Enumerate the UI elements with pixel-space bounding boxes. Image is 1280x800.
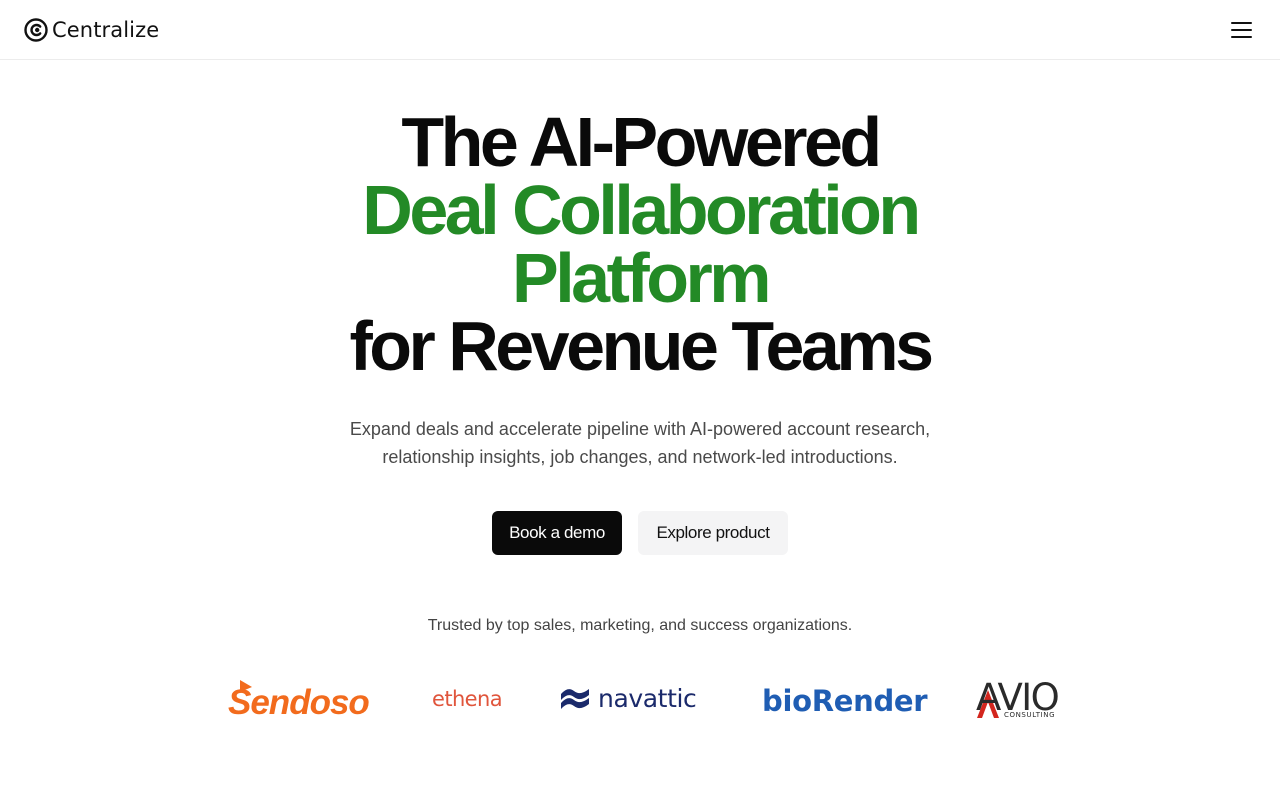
hero-title-line-4: for Revenue Teams [349,307,934,385]
hero-subtitle: Expand deals and accelerate pipeline wit… [349,419,931,467]
sendoso-logo-text: Sendoso [228,683,369,720]
navattic-mark-icon [561,689,589,709]
cta-group: Book a demo Explore product [0,511,1280,555]
ethena-logo-text: ethena [432,687,502,711]
book-demo-button[interactable]: Book a demo [492,511,622,555]
centralize-logo-icon [24,18,48,42]
ethena-logo: ethena [432,687,503,711]
biorender-logo: bioRender [762,684,929,718]
avio-logo-subtext: CONSULTING [1004,711,1055,719]
explore-product-button[interactable]: Explore product [638,511,788,555]
brand-logo-link[interactable]: Centralize [24,17,159,43]
biorender-logo-text: bioRender [762,684,928,718]
brand-name: Centralize [52,18,160,42]
hero-title-line-3: Platform [512,239,771,317]
trusted-by-caption: Trusted by top sales, marketing, and suc… [427,617,853,634]
navattic-logo-text: navattic [598,684,696,713]
hero-title-line-1: The AI-Powered [401,103,882,181]
hero-title-line-2: Deal Collaboration [362,171,921,249]
navattic-logo: navattic [561,684,697,713]
sendoso-logo: Sendoso [228,680,370,720]
hamburger-menu-icon[interactable] [1228,18,1256,42]
avio-consulting-logo: AVIO CONSULTING [976,676,1060,719]
hero-title: The AI-Powered Deal Collaboration Platfo… [0,103,1280,385]
top-navbar: Centralize [0,0,1280,60]
